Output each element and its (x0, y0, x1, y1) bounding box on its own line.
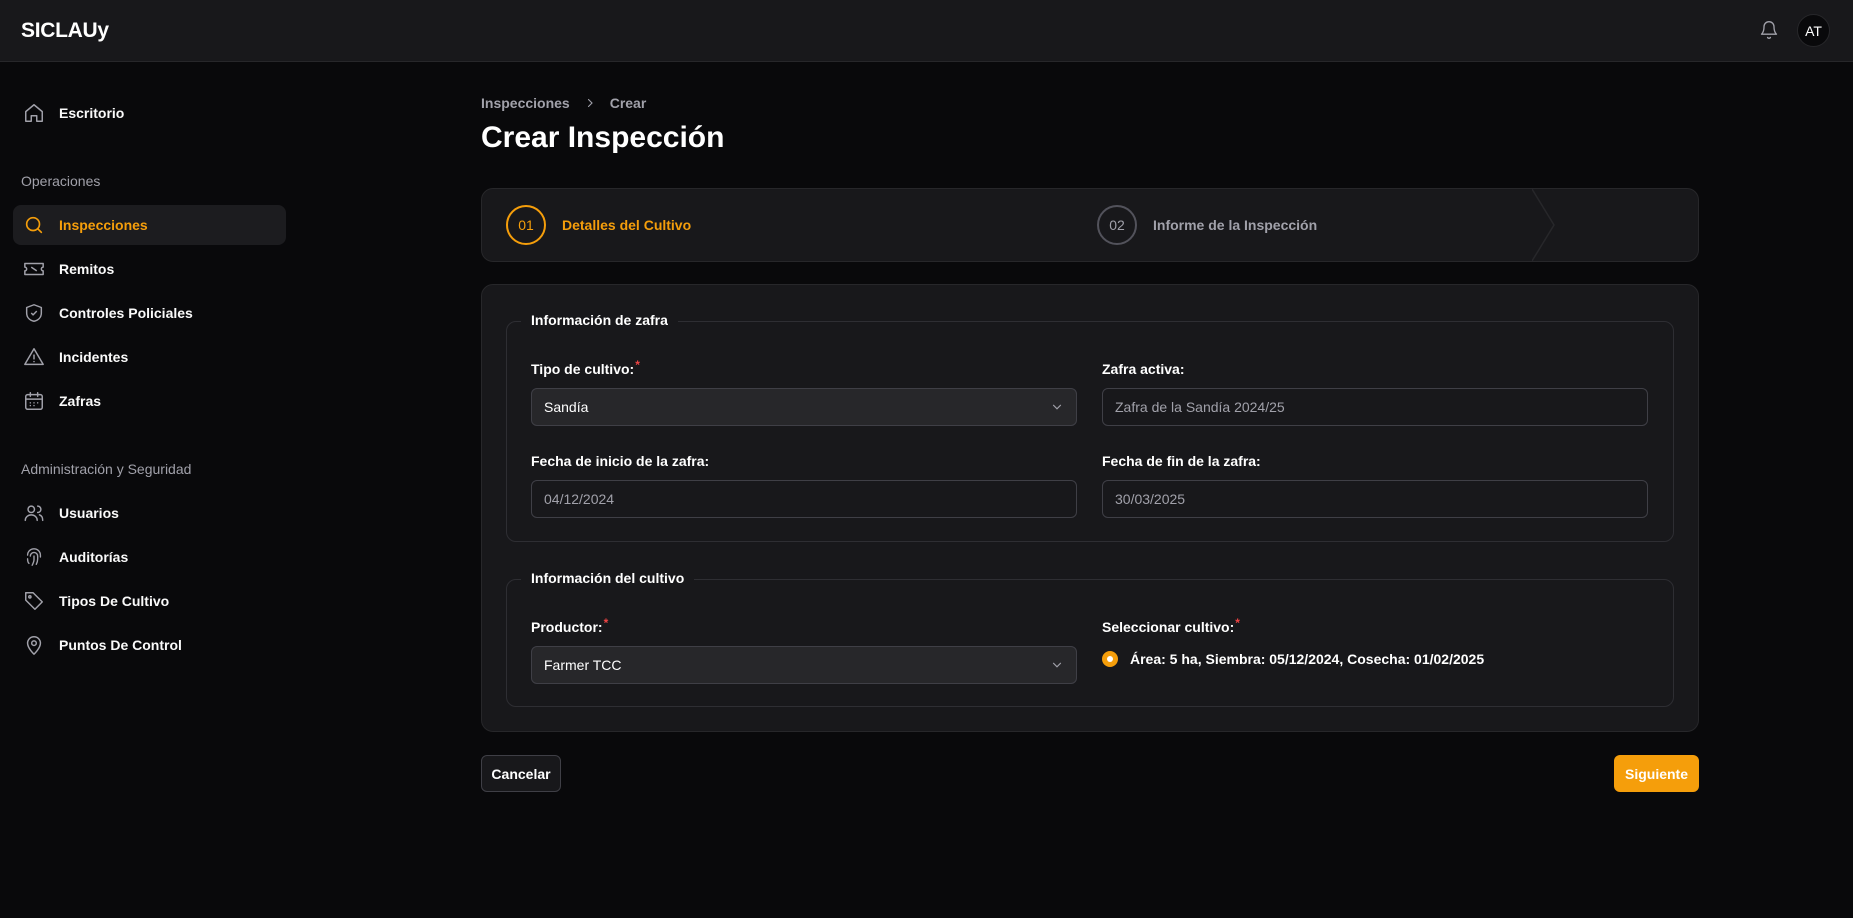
brand-logo[interactable]: SICLAUy (21, 19, 109, 43)
search-icon (22, 213, 46, 237)
tag-icon (22, 589, 46, 613)
productor-label: Productor:* (531, 616, 609, 635)
sidebar-item-label: Tipos De Cultivo (59, 593, 170, 609)
sidebar-item-label: Usuarios (59, 505, 119, 521)
sidebar-section-administracion: Administración y Seguridad (21, 461, 192, 477)
zafra-activa-label: Zafra activa: (1102, 361, 1185, 377)
tipo-cultivo-select[interactable]: Sandía (531, 388, 1077, 426)
required-mark: * (603, 616, 609, 630)
radio-option-label: Área: 5 ha, Siembra: 05/12/2024, Cosecha… (1130, 651, 1485, 667)
sidebar-item-label: Zafras (59, 393, 102, 409)
sidebar-section-operaciones: Operaciones (21, 173, 101, 189)
sidebar-item-escritorio[interactable]: Escritorio (13, 93, 286, 133)
seleccionar-cultivo-label: Seleccionar cultivo:* (1102, 616, 1240, 635)
cancel-button[interactable]: Cancelar (481, 755, 561, 792)
sidebar-item-puntos-de-control[interactable]: Puntos De Control (13, 625, 286, 665)
sidebar-item-auditorias[interactable]: Auditorías (13, 537, 286, 577)
sidebar-item-label: Remitos (59, 261, 115, 277)
fieldset-informacion-del-cultivo: Información del cultivo Productor:* Farm… (506, 570, 1674, 707)
sidebar-item-zafras[interactable]: Zafras (13, 381, 286, 421)
breadcrumb: Inspecciones Crear (481, 95, 646, 111)
sidebar-item-label: Inspecciones (59, 217, 148, 233)
fieldset-informacion-de-zafra: Información de zafra Tipo de cultivo:* S… (506, 312, 1674, 542)
sidebar-item-label: Auditorías (59, 549, 129, 565)
step-number: 01 (506, 205, 546, 245)
shield-check-icon (22, 301, 46, 325)
fecha-fin-field: 30/03/2025 (1102, 480, 1648, 518)
page-title: Crear Inspección (481, 121, 725, 154)
fecha-fin-label: Fecha de fin de la zafra: (1102, 453, 1261, 469)
warning-icon (22, 345, 46, 369)
required-mark: * (635, 358, 640, 372)
next-button[interactable]: Siguiente (1614, 755, 1699, 792)
required-mark: * (1235, 616, 1240, 630)
step-divider (1532, 189, 1555, 261)
sidebar: Escritorio Operaciones Inspecciones Remi… (0, 62, 300, 918)
step-label: Detalles del Cultivo (562, 217, 692, 233)
tipo-cultivo-value: Sandía (544, 399, 589, 415)
zafra-activa-field: Zafra de la Sandía 2024/25 (1102, 388, 1648, 426)
sidebar-item-label: Puntos De Control (59, 637, 182, 653)
cultivo-radio-option[interactable]: Área: 5 ha, Siembra: 05/12/2024, Cosecha… (1102, 651, 1484, 667)
map-pin-icon (22, 633, 46, 657)
users-icon (22, 501, 46, 525)
bell-icon[interactable] (1757, 18, 1781, 42)
fecha-inicio-label: Fecha de inicio de la zafra: (531, 453, 710, 469)
chevron-right-icon (584, 97, 596, 109)
calendar-icon (22, 389, 46, 413)
sidebar-item-controles-policiales[interactable]: Controles Policiales (13, 293, 286, 333)
breadcrumb-inspecciones[interactable]: Inspecciones (481, 95, 570, 111)
home-icon (22, 101, 46, 125)
step-number: 02 (1097, 205, 1137, 245)
sidebar-item-tipos-de-cultivo[interactable]: Tipos De Cultivo (13, 581, 286, 621)
sidebar-item-incidentes[interactable]: Incidentes (13, 337, 286, 377)
sidebar-item-label: Incidentes (59, 349, 129, 365)
sidebar-item-label: Escritorio (59, 105, 125, 121)
sidebar-item-label: Controles Policiales (59, 305, 193, 321)
productor-select[interactable]: Farmer TCC (531, 646, 1077, 684)
fecha-inicio-field: 04/12/2024 (531, 480, 1077, 518)
ticket-icon (22, 257, 46, 281)
fingerprint-icon (22, 545, 46, 569)
step-label: Informe de la Inspección (1153, 217, 1318, 233)
wizard-stepper: 01 Detalles del Cultivo 02 Informe de la… (481, 188, 1699, 262)
productor-value: Farmer TCC (544, 657, 622, 673)
fieldset-legend: Información del cultivo (521, 570, 695, 586)
radio-checked-icon[interactable] (1102, 651, 1118, 667)
top-bar: SICLAUy AT (0, 0, 1853, 62)
sidebar-item-remitos[interactable]: Remitos (13, 249, 286, 289)
chevron-down-icon (1050, 658, 1064, 675)
user-avatar[interactable]: AT (1797, 14, 1830, 47)
fieldset-legend: Información de zafra (521, 312, 678, 328)
step-detalles-del-cultivo[interactable]: 01 Detalles del Cultivo (506, 189, 691, 261)
breadcrumb-crear: Crear (609, 95, 647, 111)
chevron-down-icon (1050, 400, 1064, 417)
tipo-cultivo-label: Tipo de cultivo:* (531, 358, 640, 377)
sidebar-item-usuarios[interactable]: Usuarios (13, 493, 286, 533)
sidebar-item-inspecciones[interactable]: Inspecciones (13, 205, 286, 245)
form-card: Información de zafra Tipo de cultivo:* S… (481, 284, 1699, 732)
step-informe-de-la-inspeccion[interactable]: 02 Informe de la Inspección (1097, 189, 1317, 261)
